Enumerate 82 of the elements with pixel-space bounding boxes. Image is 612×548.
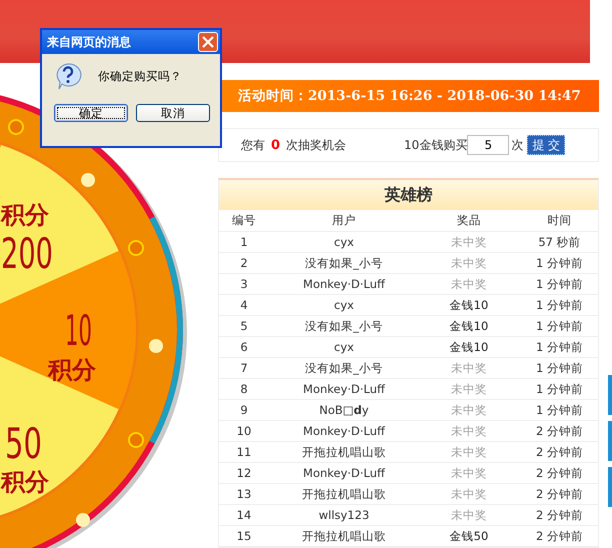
dialog-title: 来自网页的消息 [47,34,131,50]
rank-cell-text: 3 [239,277,249,291]
chance-count: 0 [271,138,280,152]
rank-cell-text: 4 [239,298,249,312]
rank-cell-text: 9 [239,403,249,417]
user-cell-text: 没有如果_小号 [304,256,384,270]
time-cell-text: 57 秒前 [537,234,582,250]
rank-cell-text: 11 [236,445,252,459]
prize-cell-text: 金钱50 [448,528,490,544]
user-cell-text: Monkey·D·Luff [302,277,386,291]
submit-button[interactable]: 提 交 [527,135,566,155]
user-cell-text: 开拖拉机唱山歌 [301,528,387,544]
time-cell-text: 2 分钟前 [535,486,584,502]
time-cell-text: 2 分钟前 [535,444,584,460]
time-cell-text: 2 分钟前 [535,528,584,544]
time-cell-text: 1 分钟前 [535,256,584,270]
prize-cell-text: 未中奖 [450,466,488,480]
column-header: 用户 [331,213,357,228]
side-tab[interactable] [608,375,612,415]
column-header: 编号 [231,213,257,228]
user-cell-text: 没有如果_小号 [304,360,384,376]
side-tab[interactable] [608,421,612,461]
close-button[interactable] [198,32,218,52]
leaderboard-title: 英雄榜 [219,180,598,210]
user-cell-text: cyx [333,340,355,354]
unit-label: 次 [511,136,524,154]
prize-cell-text: 未中奖 [450,424,488,438]
rank-cell-text: 1 [239,235,249,249]
time-cell-text: 2 分钟前 [535,466,584,480]
rank-cell-text: 8 [239,382,249,396]
user-cell-text: cyx [333,235,355,249]
user-cell-text: 开拖拉机唱山歌 [301,444,387,460]
prize-cell-text: 金钱10 [448,340,490,354]
rank-cell-text: 15 [236,529,252,543]
rank-cell-text: 5 [239,319,249,333]
close-icon [202,36,214,48]
chance-prefix-text: 您有 [241,136,265,154]
rank-cell-text: 14 [236,508,252,522]
rank-cell-text: 2 [239,256,249,270]
column-header: 时间 [546,213,572,228]
rank-cell-text: 6 [239,340,249,354]
quantity-field[interactable]: 5 [467,135,510,155]
dialog-button[interactable]: 确定 [54,104,128,122]
user-cell-text: Monkey·D·Luff [302,382,386,396]
time-cell-text: 1 分钟前 [535,298,584,312]
rank-cell-text: 12 [236,466,252,480]
time-cell-text: 1 分钟前 [535,402,584,418]
time-cell-text: 1 分钟前 [535,340,584,354]
rank-cell-text: 10 [236,424,252,438]
prize-cell-text: 未中奖 [450,382,488,396]
time-cell-text: 1 分钟前 [535,360,584,376]
prize-cell-text: 未中奖 [450,276,488,292]
user-cell-text: Monkey·D·Luff [302,466,386,480]
time-cell-text: 1 分钟前 [535,276,584,292]
time-cell-text: 1 分钟前 [535,318,584,334]
user-cell-text: wllsy123 [318,508,370,522]
prize-cell-text: 未中奖 [450,486,488,502]
prize-cell-text: 金钱10 [448,318,490,334]
prize-cell-text: 未中奖 [450,508,488,522]
dialog-message: 你确定购买吗？ [98,68,182,84]
prize-cell-text: 未中奖 [450,402,488,418]
user-cell-text: 开拖拉机唱山歌 [301,486,387,502]
user-cell-text: Monkey·D·Luff [302,424,386,438]
time-cell-text: 1 分钟前 [535,382,584,396]
time-cell-text: 2 分钟前 [535,508,584,522]
prize-cell-text: 未中奖 [450,256,488,270]
side-tab[interactable] [608,467,612,507]
prize-cell-text: 未中奖 [450,360,488,376]
column-header: 奖品 [456,213,482,228]
prize-cell-text: 未中奖 [450,444,488,460]
user-cell-text: 没有如果_小号 [304,318,384,334]
time-cell-text: 2 分钟前 [535,424,584,438]
rank-cell-text: 7 [239,361,249,375]
buy-label: 10金钱购买 [404,136,468,154]
user-cell-text: NoB□dy [318,403,370,417]
question-icon [54,62,82,90]
chance-suffix-text: 次抽奖机会 [286,136,346,154]
user-cell-text: cyx [333,298,355,312]
prize-cell-text: 未中奖 [450,234,488,250]
dialog-button[interactable]: 取消 [136,104,210,122]
prize-cell-text: 金钱10 [448,298,490,312]
rank-cell-text: 13 [236,487,252,501]
